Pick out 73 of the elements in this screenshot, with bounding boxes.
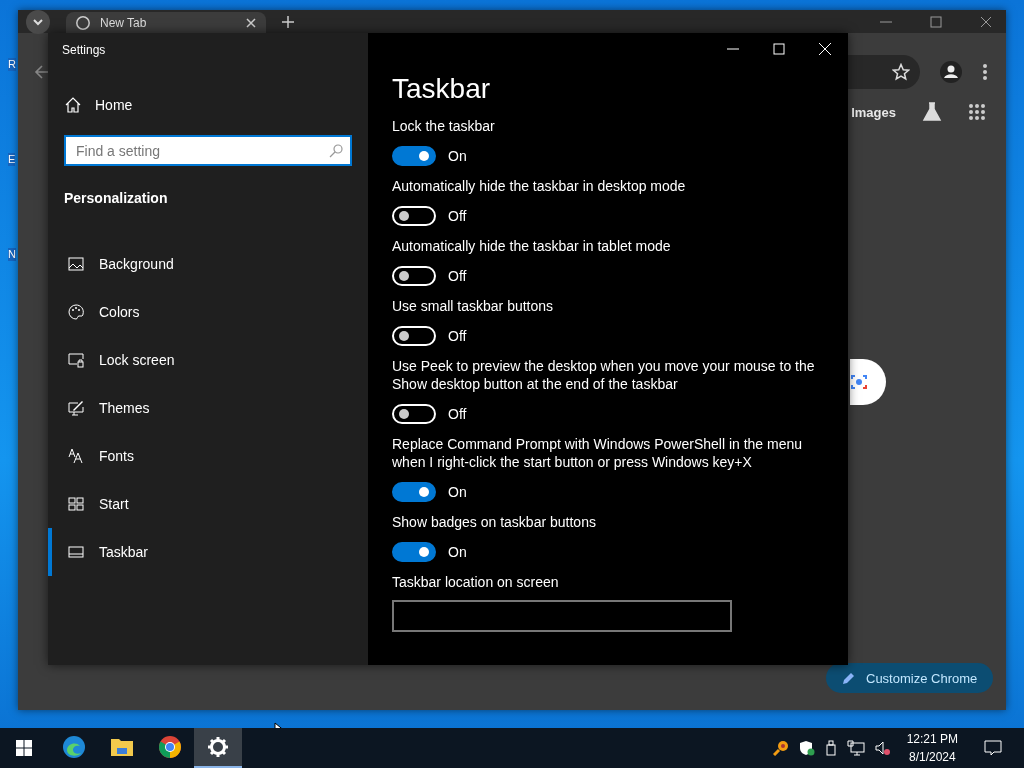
windows-start-icon[interactable]	[16, 740, 32, 756]
magnifier-icon[interactable]	[772, 740, 789, 756]
palette-icon	[68, 304, 84, 320]
network-icon[interactable]	[846, 740, 865, 756]
tiles-icon	[68, 496, 84, 512]
nav-item[interactable]: Start	[48, 480, 368, 528]
star-icon[interactable]	[892, 63, 910, 81]
setting-label: Lock the taskbar	[392, 117, 496, 135]
setting-label: Taskbar location on screen	[392, 573, 560, 591]
picture-icon	[68, 256, 84, 272]
notification-icon[interactable]	[984, 739, 1002, 757]
clock-date[interactable]: 8/1/2024	[908, 748, 956, 766]
camera-lens-icon[interactable]	[850, 373, 868, 391]
toggle-state: Off	[448, 268, 467, 284]
close-icon[interactable]	[246, 17, 256, 28]
pencil-icon	[842, 671, 856, 685]
menu-icon[interactable]	[982, 63, 988, 81]
search-icon[interactable]	[329, 144, 343, 158]
section-heading: Personalization	[64, 190, 169, 206]
toggle-switch[interactable]	[392, 146, 436, 166]
nav-item[interactable]: Colors	[48, 288, 368, 336]
desktop-icon-label[interactable]: R	[8, 58, 16, 71]
home-nav-item[interactable]: Home	[65, 97, 368, 113]
toggle-state: On	[448, 148, 467, 164]
browser-tab[interactable]: New Tab	[66, 12, 266, 33]
font-icon	[68, 448, 84, 464]
page-title: Taskbar	[392, 73, 492, 105]
new-tab-icon[interactable]	[282, 15, 294, 28]
flask-icon[interactable]	[922, 102, 942, 122]
search-field[interactable]: Find a setting	[64, 135, 352, 166]
customize-chrome-button[interactable]: Customize Chrome	[826, 663, 994, 693]
apps-grid-icon[interactable]	[968, 103, 986, 121]
setting-label: Show badges on taskbar buttons	[392, 513, 597, 531]
nav-item[interactable]: Fonts	[48, 432, 368, 480]
home-icon	[65, 97, 81, 113]
images-link[interactable]: Images	[851, 104, 896, 120]
toggle-state: On	[448, 544, 467, 560]
folder-icon	[110, 736, 134, 758]
browser-logo-icon	[158, 735, 182, 759]
toggle-state: On	[448, 484, 467, 500]
address-bar[interactable]	[848, 55, 920, 89]
shield-icon[interactable]	[798, 740, 815, 756]
lock-screen-icon	[68, 352, 84, 368]
nav-item[interactable]: Background	[48, 240, 368, 288]
toggle-switch[interactable]	[392, 542, 436, 562]
toggle-state: Off	[448, 406, 467, 422]
wave-logo-icon	[62, 735, 86, 759]
toggle-state: Off	[448, 328, 467, 344]
clock-time[interactable]: 12:21 PM	[906, 730, 958, 748]
desktop-icon-label[interactable]: N	[8, 248, 16, 261]
volume-muted-icon[interactable]	[874, 740, 891, 756]
search-box[interactable]	[850, 359, 886, 405]
window-title: Settings	[62, 43, 106, 57]
taskbar-button[interactable]	[194, 728, 242, 768]
nav-item[interactable]: Lock screen	[48, 336, 368, 384]
dropdown[interactable]	[392, 600, 732, 632]
back-icon[interactable]	[34, 64, 50, 80]
setting-label: Replace Command Prompt with Windows PowerShell in the menu when I right-click the start button or press Windows key+X	[392, 435, 804, 471]
tab-title: New Tab	[100, 15, 147, 30]
tab-search-icon[interactable]	[26, 9, 50, 34]
setting-label: Automatically hide the taskbar in tablet mode	[392, 237, 672, 255]
taskbar-icon	[68, 544, 84, 560]
desktop-icon-label[interactable]: E	[8, 153, 16, 166]
toggle-switch[interactable]	[392, 482, 436, 502]
setting-label: Use Peek to preview the desktop when you move your mouse to the Show desktop button at the end of the taskbar	[392, 357, 816, 393]
brush-monitor-icon	[68, 400, 84, 416]
setting-label: Automatically hide the taskbar in desktop mode	[392, 177, 687, 195]
gear-icon	[207, 736, 229, 758]
nav-item[interactable]: Themes	[48, 384, 368, 432]
profile-icon[interactable]	[940, 61, 962, 83]
usb-drive-icon[interactable]	[824, 740, 837, 756]
setting-label: Use small taskbar buttons	[392, 297, 555, 315]
toggle-state: Off	[448, 208, 467, 224]
